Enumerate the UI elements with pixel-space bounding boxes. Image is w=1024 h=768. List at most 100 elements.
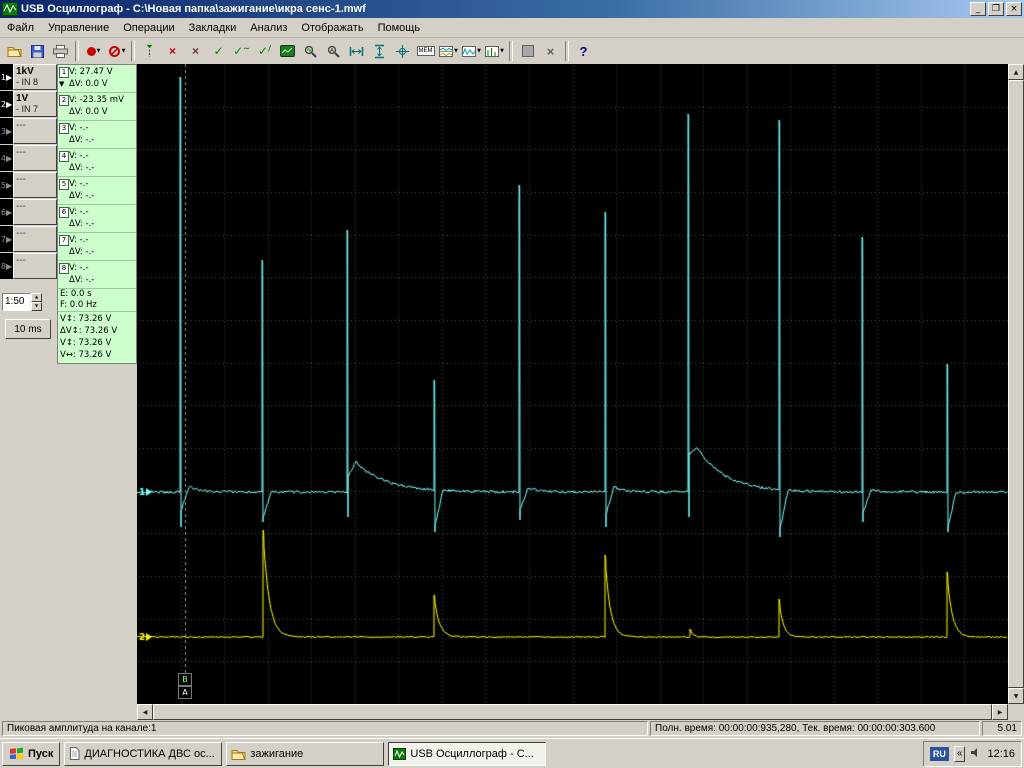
- toolbar-button-save[interactable]: [26, 40, 49, 62]
- readout-channel-8: 8V: -.-ΔV: -.-: [58, 261, 136, 289]
- sweep-time-button[interactable]: 10 ms: [5, 319, 51, 339]
- channel-7-button[interactable]: 7▶: [0, 226, 13, 252]
- channel-3-button[interactable]: 3▶: [0, 118, 13, 144]
- align-center-icon: [396, 45, 409, 58]
- readout-channel-1: 1▼V: 27.47 VΔV: 0.0 V: [58, 65, 136, 93]
- toolbar-button-memory[interactable]: MEM: [414, 40, 437, 62]
- channel-8-row: 8▶---: [0, 253, 57, 279]
- channel-3-settings[interactable]: ---: [13, 118, 57, 144]
- toolbar-button-record[interactable]: ▼: [82, 40, 105, 62]
- status-version: 5.01: [982, 721, 1022, 736]
- cursor-label-a[interactable]: А: [178, 686, 192, 699]
- menu-item-display[interactable]: Отображать: [294, 19, 370, 37]
- oscilloscope-display[interactable]: В А: [137, 64, 1008, 704]
- toolbar-button-view-split[interactable]: ▼: [437, 40, 460, 62]
- channel-5-settings[interactable]: ---: [13, 172, 57, 198]
- horizontal-scroll-track[interactable]: [153, 704, 992, 720]
- timebase-ratio-spinner[interactable]: 1:50 ▲ ▼: [2, 293, 42, 311]
- toolbar-button-cursor-line[interactable]: [138, 40, 161, 62]
- toolbar-button-full-screen[interactable]: [276, 40, 299, 62]
- horizontal-scroll-thumb[interactable]: [153, 704, 992, 720]
- toolbar-button-help[interactable]: ?: [572, 40, 595, 62]
- readout-channel-number: 4: [59, 151, 69, 162]
- open-icon: [7, 45, 22, 57]
- channel-2-input: - IN 7: [16, 104, 54, 115]
- readout-channel-number: 3: [59, 123, 69, 134]
- channel-2-settings[interactable]: 1V- IN 7: [13, 91, 57, 117]
- channel-7-settings[interactable]: ---: [13, 226, 57, 252]
- toolbar-button-record-options[interactable]: ▼: [105, 40, 128, 62]
- readout-delta-value: ΔV: -.-: [69, 162, 135, 174]
- channel-5-row: 5▶---: [0, 172, 57, 198]
- readout-delta-value: ΔV: -.-: [69, 274, 135, 286]
- menu-item-control[interactable]: Управление: [41, 19, 116, 37]
- menu-item-help[interactable]: Помощь: [371, 19, 428, 37]
- accept-filter-icon: ✓/: [258, 44, 271, 58]
- channel-4-button[interactable]: 4▶: [0, 145, 13, 171]
- menu-item-file[interactable]: Файл: [0, 19, 41, 37]
- amplitude-measure-block: V↕: 73.26 VΔV↕: 73.26 VV↕: 73.26 VV↔: 73…: [58, 312, 136, 363]
- svg-text:A: A: [330, 48, 334, 54]
- vertical-scroll-thumb[interactable]: [1008, 80, 1024, 688]
- erase-all-icon: ×: [192, 44, 199, 58]
- toolbar-button-fit-vertical[interactable]: [368, 40, 391, 62]
- language-indicator[interactable]: RU: [930, 747, 949, 761]
- toolbar-button-view-channels[interactable]: ▼: [483, 40, 506, 62]
- scroll-down-button[interactable]: ▼: [1008, 688, 1024, 704]
- ratio-increase-button[interactable]: ▲: [31, 293, 42, 302]
- channel-5-button[interactable]: 5▶: [0, 172, 13, 198]
- taskbar-task-1[interactable]: ДИАГНОСТИКА ДВС ос...: [64, 742, 222, 766]
- toolbar-button-open[interactable]: [3, 40, 26, 62]
- close-button[interactable]: ×: [1006, 2, 1022, 16]
- vertical-scroll-track[interactable]: [1008, 80, 1024, 688]
- menu-item-operations[interactable]: Операции: [116, 19, 181, 37]
- channel-6-settings[interactable]: ---: [13, 199, 57, 225]
- record-icon: [87, 47, 96, 56]
- horizontal-scrollbar[interactable]: ◀ ▶: [137, 704, 1008, 720]
- toolbar-button-accept-filter[interactable]: ✓/: [253, 40, 276, 62]
- vertical-scrollbar[interactable]: ▲ ▼: [1008, 64, 1024, 704]
- toolbar-button-find-signal[interactable]: A: [322, 40, 345, 62]
- toolbar-button-accept-smooth[interactable]: ✓~: [230, 40, 253, 62]
- toolbar-button-align-center[interactable]: [391, 40, 414, 62]
- channel-8-button[interactable]: 8▶: [0, 253, 13, 279]
- restore-button[interactable]: ❐: [988, 2, 1004, 16]
- channel-4-scale: ---: [16, 147, 54, 158]
- waveform-canvas[interactable]: [137, 64, 1008, 704]
- collapse-tray-button[interactable]: «: [954, 746, 966, 762]
- scroll-up-button[interactable]: ▲: [1008, 64, 1024, 80]
- taskbar-task-3[interactable]: USB Осциллограф - C...: [388, 742, 546, 766]
- cursor-label-b[interactable]: В: [178, 673, 192, 686]
- accept-smooth-icon: ✓~: [233, 44, 250, 58]
- scroll-left-button[interactable]: ◀: [137, 704, 153, 720]
- toolbar-button-erase-all[interactable]: ×: [184, 40, 207, 62]
- ratio-decrease-button[interactable]: ▼: [31, 302, 42, 311]
- readout-channel-2: 2V: -23.35 mVΔV: 0.0 V: [58, 93, 136, 121]
- menu-item-analysis[interactable]: Анализ: [243, 19, 294, 37]
- taskbar-task-2[interactable]: зажигание: [226, 742, 384, 766]
- toolbar-button-view-overlay[interactable]: ▼: [460, 40, 483, 62]
- channel-6-button[interactable]: 6▶: [0, 199, 13, 225]
- channel-8-settings[interactable]: ---: [13, 253, 57, 279]
- minimize-button[interactable]: _: [970, 2, 986, 16]
- channel-2-button[interactable]: 2▶: [0, 91, 13, 117]
- channel-1-button[interactable]: 1▶: [0, 64, 13, 90]
- readout-channel-number: 8: [59, 263, 69, 274]
- accept-icon: ✓: [213, 44, 223, 58]
- toolbar-button-fit-horizontal[interactable]: [345, 40, 368, 62]
- find-signal-icon: A: [327, 45, 340, 58]
- scroll-right-button[interactable]: ▶: [992, 704, 1008, 720]
- channel-1-settings[interactable]: 1kV- IN 8: [13, 64, 57, 90]
- toolbar-button-print[interactable]: [49, 40, 72, 62]
- start-button[interactable]: Пуск: [2, 742, 60, 766]
- channel-4-settings[interactable]: ---: [13, 145, 57, 171]
- menu-bar: ФайлУправлениеОперацииЗакладкиАнализОтоб…: [0, 18, 1024, 38]
- toolbar-button-stop[interactable]: [516, 40, 539, 62]
- menu-item-bookmarks[interactable]: Закладки: [182, 19, 244, 37]
- volume-icon[interactable]: [970, 747, 982, 761]
- toolbar-button-clear-screen[interactable]: ×: [539, 40, 562, 62]
- toolbar-button-accept[interactable]: ✓: [207, 40, 230, 62]
- toolbar-button-erase-marks[interactable]: ×: [161, 40, 184, 62]
- toolbar-button-zoom-signal[interactable]: [299, 40, 322, 62]
- cursor-line-icon: [144, 44, 155, 58]
